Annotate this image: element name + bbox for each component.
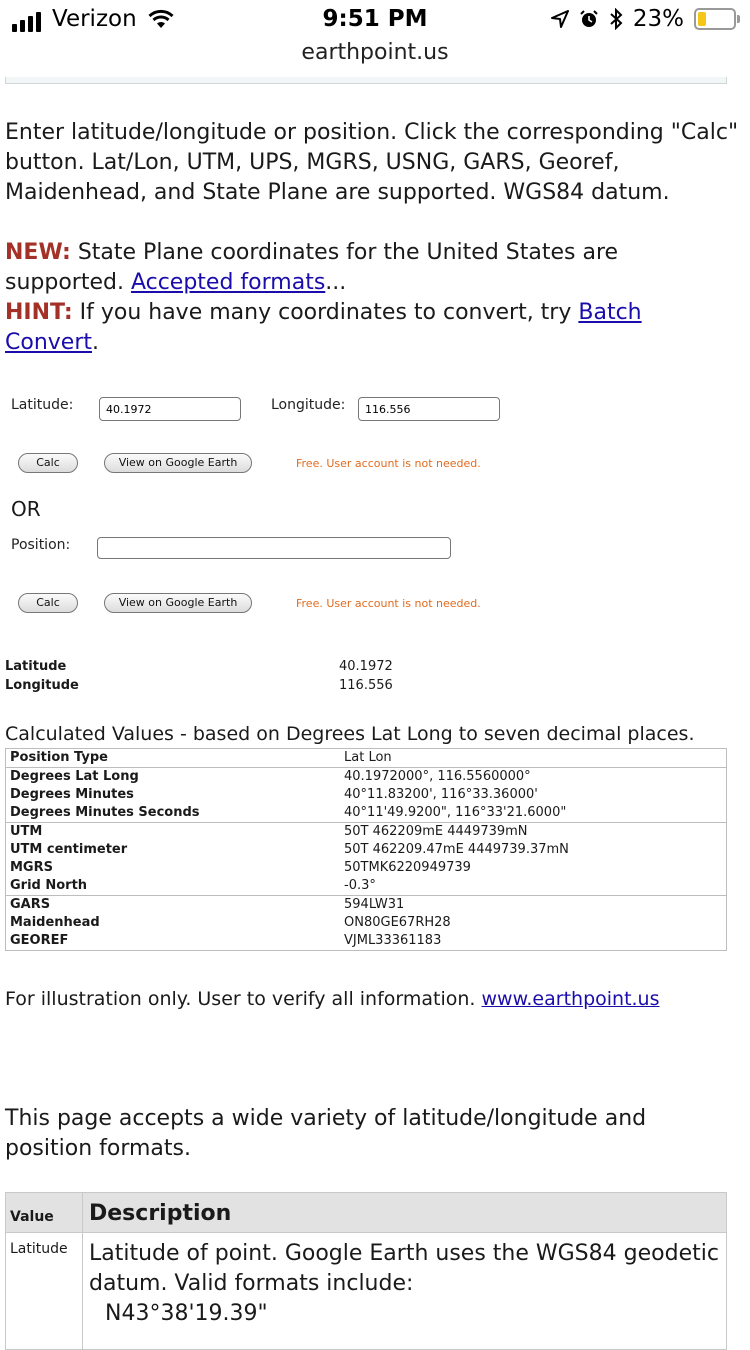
summary-row: Latitude 40.1972	[5, 657, 725, 676]
accepted-formats-link[interactable]: Accepted formats	[131, 270, 325, 295]
row-value: 50TMK6220949739	[344, 860, 471, 875]
summary-key: Longitude	[5, 678, 79, 693]
row-key: Degrees Minutes	[10, 787, 134, 802]
free-note-latlon: Free. User account is not needed.	[296, 457, 481, 470]
summary-key: Latitude	[5, 659, 67, 674]
description-header: Description	[82, 1192, 727, 1233]
row-value: ON80GE67RH28	[344, 915, 451, 930]
latitude-input[interactable]	[99, 397, 241, 421]
header-strip	[5, 77, 727, 84]
row-key: MGRS	[10, 860, 53, 875]
free-note-position: Free. User account is not needed.	[296, 597, 481, 610]
bluetooth-icon	[610, 8, 623, 30]
table-row: Degrees Minutes Seconds 40°11'49.9200", 1…	[6, 804, 727, 823]
row-value: 40°11.83200', 116°33.36000'	[344, 787, 538, 802]
row-value: -0.3°	[344, 878, 376, 893]
summary-row: Longitude 116.556	[5, 676, 725, 695]
url-bar[interactable]: earthpoint.us	[0, 40, 750, 65]
calc-position-button[interactable]: Calc	[18, 593, 78, 613]
row-key: UTM centimeter	[10, 842, 128, 857]
hint-text: If you have many coordinates to convert,…	[72, 300, 579, 325]
view-google-earth-position-button[interactable]: View on Google Earth	[104, 593, 252, 613]
row-value: 594LW31	[340, 895, 727, 914]
table-row: Latitude Latitude of point. Google Earth…	[5, 1232, 727, 1350]
row-key: GARS	[5, 895, 340, 914]
location-arrow-icon	[550, 10, 569, 28]
alarm-icon	[580, 10, 598, 27]
table-header-row: Value Description	[5, 1192, 727, 1233]
battery-icon	[694, 8, 740, 30]
row-value: Lat Lon	[344, 750, 392, 765]
table-row: Degrees Minutes 40°11.83200', 116°33.3600…	[6, 786, 727, 804]
hint-label: HINT:	[5, 300, 73, 325]
table-row: GARS 594LW31	[5, 895, 727, 914]
earthpoint-link[interactable]: www.earthpoint.us	[482, 988, 660, 1010]
illustration-note: For illustration only. User to verify al…	[5, 988, 660, 1010]
status-bar: Verizon 9:51 PM 23%	[0, 0, 750, 40]
row-description: Latitude of point. Google Earth uses the…	[89, 1241, 719, 1296]
table-row: GEOREF VJML33361183	[6, 932, 727, 951]
summary-value: 116.556	[339, 678, 393, 693]
period: .	[92, 330, 99, 355]
new-label: NEW:	[5, 240, 71, 265]
row-key: Degrees Lat Long	[5, 767, 340, 786]
calculated-values-table: Position Type Lat Lon Degrees Lat Long 40.…	[5, 748, 727, 951]
illustration-text: For illustration only. User to verify al…	[5, 988, 482, 1010]
row-key: UTM	[5, 822, 340, 841]
row-key: Grid North	[10, 878, 88, 893]
battery-percent: 23%	[632, 6, 684, 32]
calc-latlon-button[interactable]: Calc	[18, 453, 78, 473]
table-row: Degrees Lat Long 40.1972000°, 116.5560000…	[5, 767, 727, 786]
calculated-values-title: Calculated Values - based on Degrees Lat…	[5, 723, 695, 745]
result-summary: Latitude 40.1972 Longitude 116.556	[5, 657, 725, 695]
table-row: UTM 50T 462209mE 4449739mN	[5, 822, 727, 841]
longitude-label: Longitude:	[271, 397, 346, 413]
news-block: NEW: State Plane coordinates for the Uni…	[5, 238, 740, 358]
row-example: N43°38'19.39"	[105, 1301, 268, 1326]
row-key: GEOREF	[10, 933, 69, 948]
row-key: Position Type	[10, 750, 108, 765]
longitude-input[interactable]	[358, 397, 500, 421]
table-row: Position Type Lat Lon	[6, 749, 727, 768]
row-value-cell: Latitude	[5, 1232, 83, 1350]
latitude-label: Latitude:	[11, 397, 74, 413]
row-value: VJML33361183	[344, 933, 442, 948]
row-value: 50T 462209mE 4449739mN	[340, 822, 727, 841]
accepts-text: This page accepts a wide variety of lati…	[5, 1106, 647, 1161]
summary-value: 40.1972	[339, 659, 393, 674]
view-google-earth-latlon-button[interactable]: View on Google Earth	[104, 453, 252, 473]
value-header: Value	[5, 1192, 83, 1233]
table-row: Maidenhead ON80GE67RH28	[6, 914, 727, 932]
table-row: UTM centimeter 50T 462209.47mE 4449739.37…	[6, 841, 727, 859]
row-value: 50T 462209.47mE 4449739.37mN	[344, 842, 569, 857]
table-row: Grid North -0.3°	[6, 877, 727, 896]
ellipsis: ...	[325, 270, 347, 295]
position-label: Position:	[11, 537, 71, 553]
row-description-cell: Latitude of point. Google Earth uses the…	[82, 1232, 727, 1350]
row-key: Degrees Minutes Seconds	[10, 805, 200, 820]
formats-table: Value Description Latitude Latitude of p…	[5, 1192, 727, 1350]
table-row: MGRS 50TMK6220949739	[6, 859, 727, 877]
row-key: Maidenhead	[10, 915, 100, 930]
or-label: OR	[11, 497, 41, 521]
position-input[interactable]	[97, 537, 451, 559]
row-value: 40°11'49.9200", 116°33'21.6000"	[344, 805, 567, 820]
row-value: 40.1972000°, 116.5560000°	[340, 767, 727, 786]
intro-text: Enter latitude/longitude or position. Cl…	[5, 120, 739, 205]
